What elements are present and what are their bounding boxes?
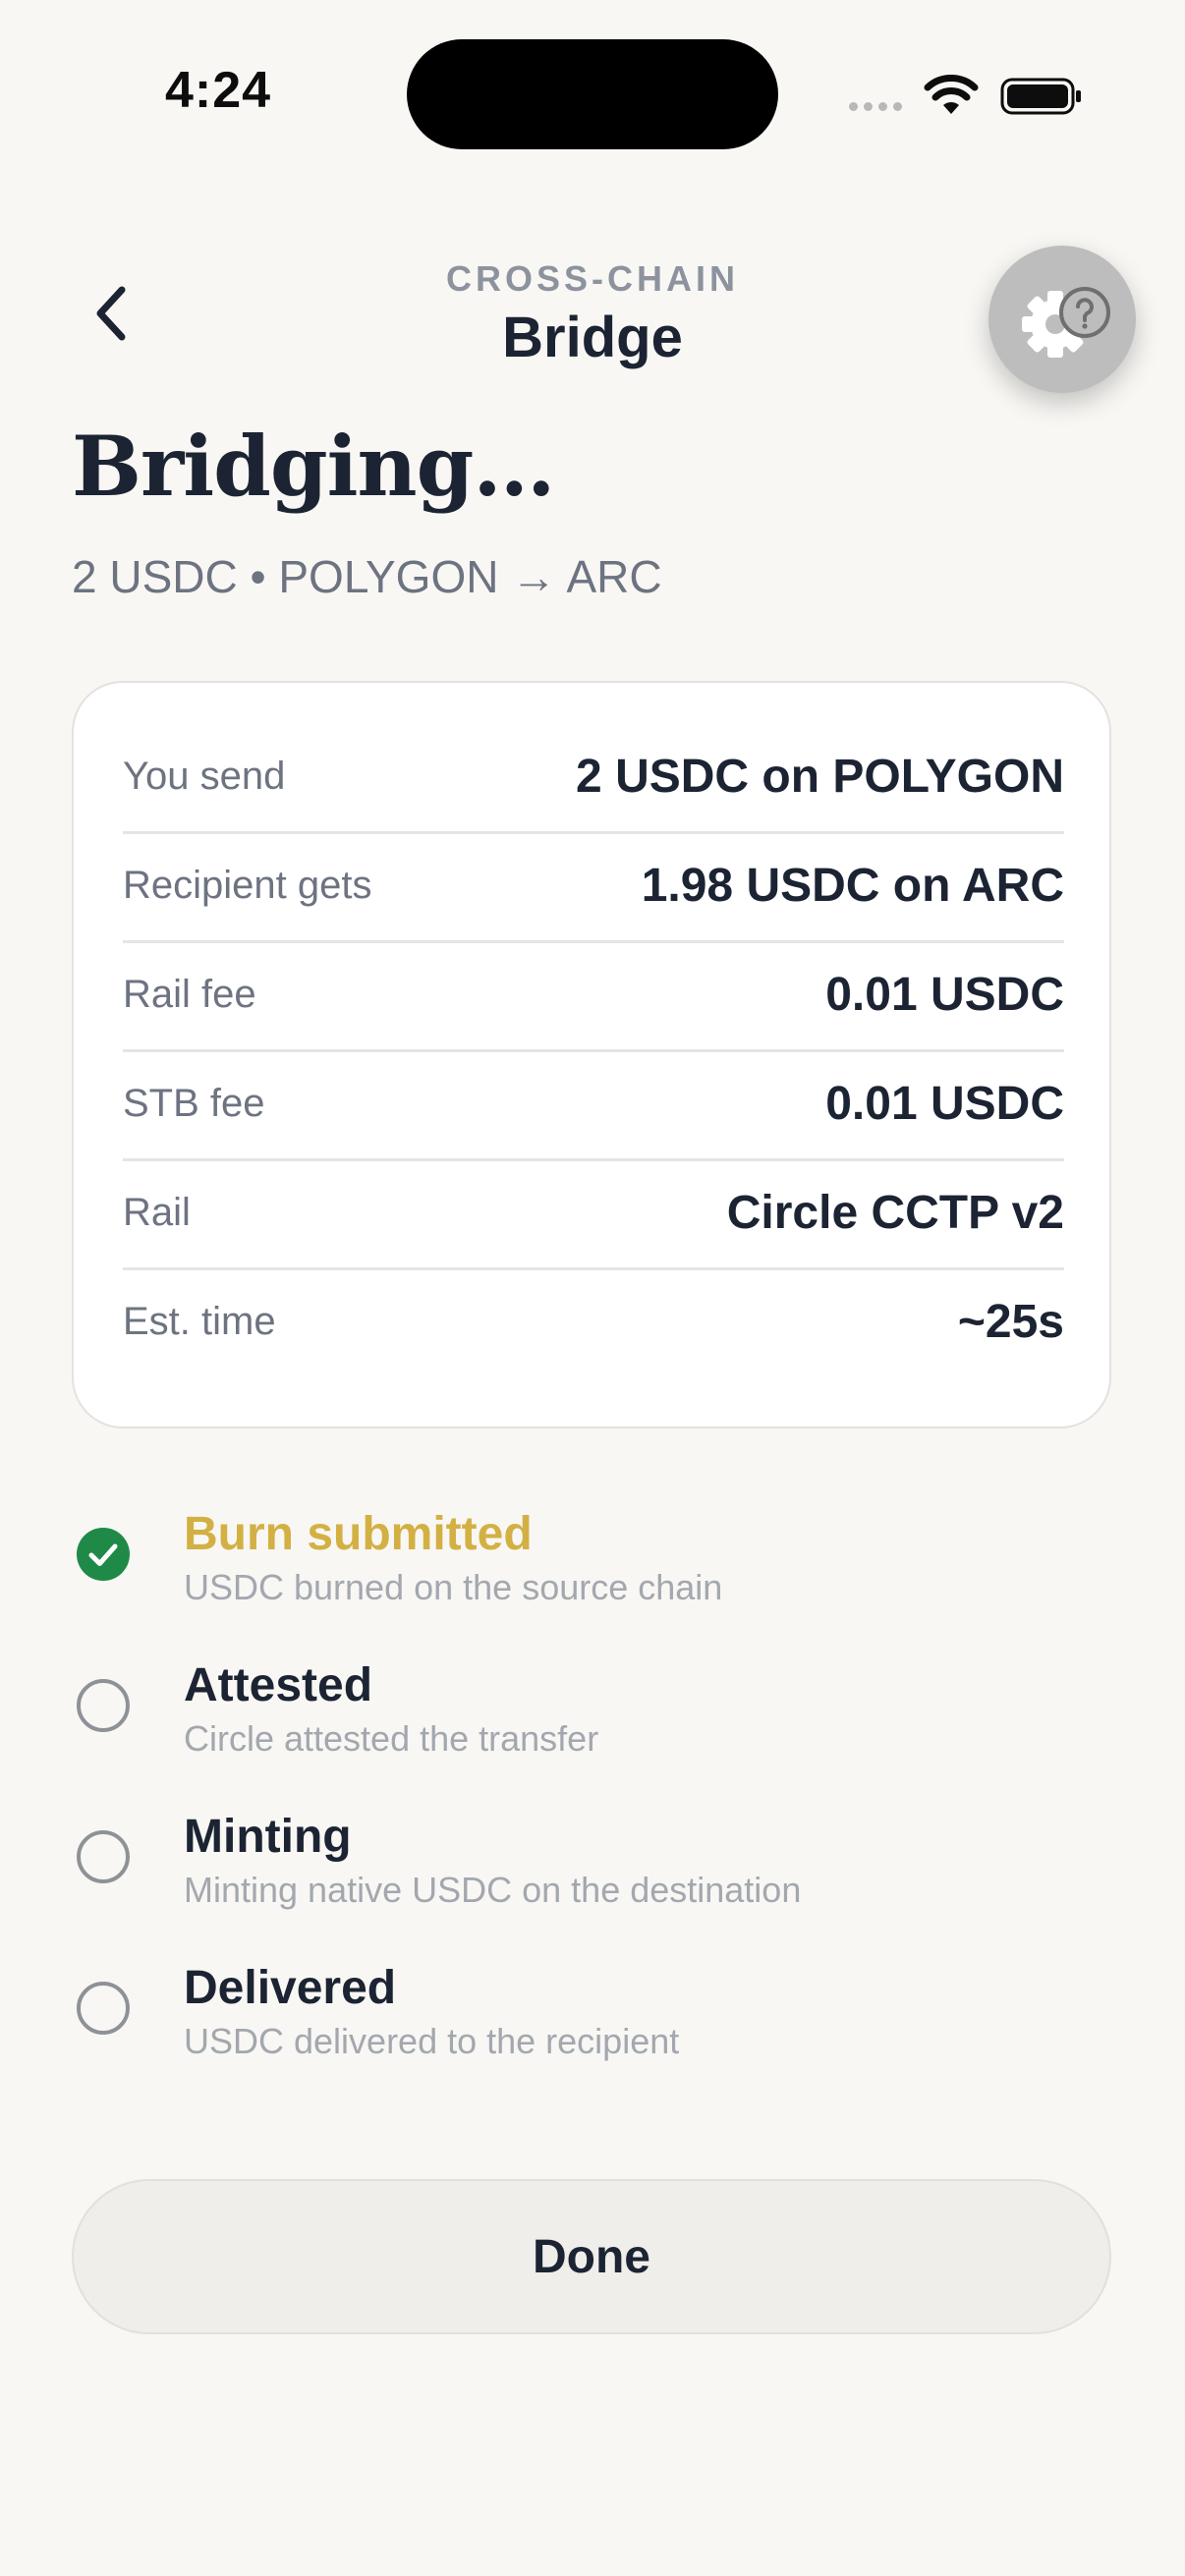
summary-label: You send: [123, 755, 286, 798]
summary-row-stb-fee: STB fee 0.01 USDC: [123, 1049, 1064, 1161]
settings-help-button[interactable]: [988, 246, 1136, 393]
summary-label: Rail fee: [123, 973, 256, 1016]
summary-label: STB fee: [123, 1082, 265, 1125]
step-description: USDC burned on the source chain: [184, 1567, 723, 1607]
summary-label: Est. time: [123, 1300, 276, 1343]
status-time: 4:24: [165, 62, 272, 119]
step-title: Attested: [184, 1659, 373, 1711]
summary-label: Recipient gets: [123, 864, 372, 907]
summary-value: 1.98 USDC on ARC: [641, 860, 1064, 912]
summary-value: 2 USDC on POLYGON: [576, 751, 1064, 803]
check-circle-icon: [77, 1528, 130, 1581]
step-title: Minting: [184, 1811, 352, 1863]
battery-icon: [1000, 78, 1081, 115]
summary-row-rail: Rail Circle CCTP v2: [123, 1158, 1064, 1270]
transfer-summary-card: You send 2 USDC on POLYGON Recipient get…: [72, 681, 1111, 1428]
empty-circle-icon: [77, 1679, 130, 1732]
summary-label: Rail: [123, 1191, 191, 1234]
status-heading: Bridging…: [72, 418, 555, 515]
empty-circle-icon: [77, 1830, 130, 1883]
step-description: Minting native USDC on the destination: [184, 1870, 802, 1910]
step-description: Circle attested the transfer: [184, 1718, 599, 1759]
summary-value: Circle CCTP v2: [726, 1187, 1064, 1239]
done-button[interactable]: Done: [72, 2179, 1111, 2334]
summary-value: ~25s: [957, 1296, 1064, 1348]
step-title: Burn submitted: [184, 1508, 533, 1560]
dynamic-island: [407, 39, 778, 149]
step-title: Delivered: [184, 1962, 397, 2014]
summary-row-rail-fee: Rail fee 0.01 USDC: [123, 940, 1064, 1052]
transfer-subtitle: 2 USDC • POLYGON → ARC: [72, 551, 662, 602]
summary-row-est-time: Est. time ~25s: [123, 1267, 1064, 1376]
summary-row-you-send: You send 2 USDC on POLYGON: [123, 722, 1064, 834]
cellular-signal-icon: [849, 102, 902, 111]
summary-row-recipient-gets: Recipient gets 1.98 USDC on ARC: [123, 831, 1064, 943]
empty-circle-icon: [77, 1982, 130, 2035]
summary-value: 0.01 USDC: [825, 1078, 1064, 1130]
summary-value: 0.01 USDC: [825, 969, 1064, 1021]
step-description: USDC delivered to the recipient: [184, 2021, 680, 2061]
gear-help-icon: [1022, 287, 1110, 358]
wifi-icon: [924, 75, 979, 114]
